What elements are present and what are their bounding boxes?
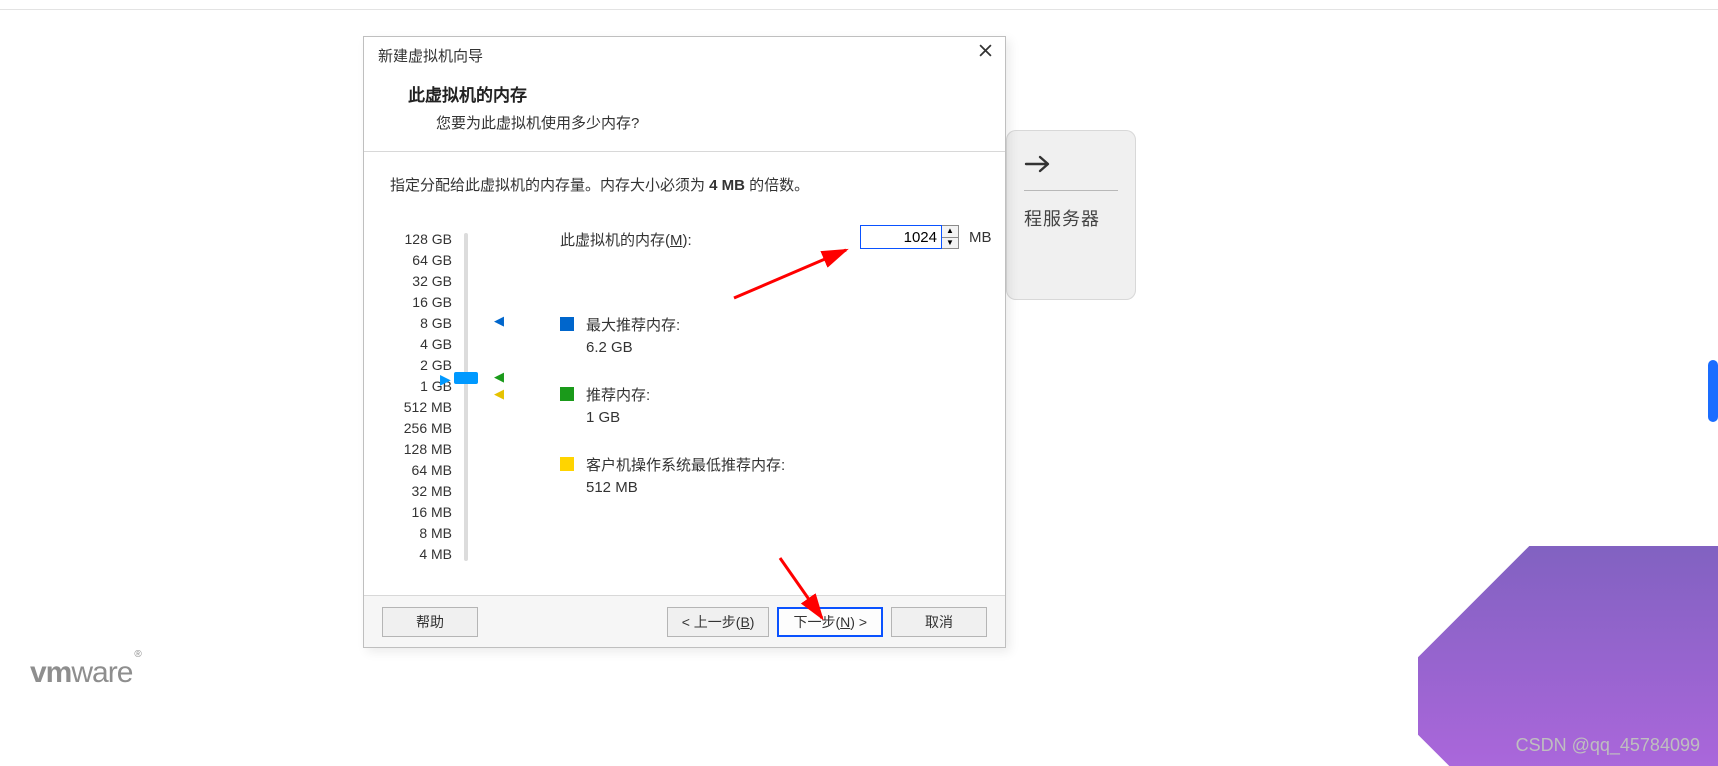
slider-marker-max-icon: ◀ <box>494 314 504 327</box>
legend-square-green-icon <box>560 387 574 401</box>
slider-tick: 64 GB <box>390 250 452 271</box>
dialog-body: 指定分配给此虚拟机的内存量。内存大小必须为 4 MB 的倍数。 128 GB64… <box>364 152 1005 575</box>
legend-recommended-label: 推荐内存: <box>586 384 650 405</box>
memory-label-accel: M <box>670 232 683 249</box>
back-button-post: ) <box>750 614 755 630</box>
close-icon <box>979 44 992 61</box>
legend-max: 最大推荐内存: 6.2 GB <box>560 314 979 356</box>
slider-track <box>464 233 468 561</box>
next-button-post: ) > <box>850 614 867 630</box>
instruction-pre: 指定分配给此虚拟机的内存量。内存大小必须为 <box>390 177 709 194</box>
memory-field-label: 此虚拟机的内存(M): <box>560 229 692 250</box>
connect-arrow-icon <box>1024 150 1118 184</box>
dialog-titlebar: 新建虚拟机向导 <box>364 37 1005 71</box>
new-vm-wizard-dialog: 新建虚拟机向导 此虚拟机的内存 您要为此虚拟机使用多少内存? 指定分配给此虚拟机… <box>363 36 1006 648</box>
slider-tick: 32 MB <box>390 481 452 502</box>
decorative-corner <box>1418 546 1718 766</box>
legend-min-value: 512 MB <box>586 479 638 496</box>
memory-slider[interactable]: 128 GB64 GB32 GB16 GB8 GB4 GB2 GB1 GB512… <box>390 229 498 565</box>
header-subheading: 您要为此虚拟机使用多少内存? <box>436 112 975 133</box>
memory-input[interactable] <box>860 225 942 249</box>
slider-tick: 128 MB <box>390 439 452 460</box>
background-card-remote-server[interactable]: 程服务器 <box>1006 130 1136 300</box>
legend-min-label: 客户机操作系统最低推荐内存: <box>586 454 785 475</box>
csdn-watermark: CSDN @qq_45784099 <box>1516 735 1700 756</box>
header-heading: 此虚拟机的内存 <box>408 81 975 106</box>
legend-square-yellow-icon <box>560 457 574 471</box>
slider-tick: 16 MB <box>390 502 452 523</box>
slider-tick: 8 GB <box>390 313 452 334</box>
slider-tick: 8 MB <box>390 523 452 544</box>
window-top-separator <box>0 0 1718 10</box>
memory-spinner: ▲ ▼ <box>942 225 959 249</box>
slider-marker-recommended-icon: ◀ <box>494 370 504 383</box>
slider-tick: 512 MB <box>390 397 452 418</box>
back-button-pre: < 上一步( <box>682 612 741 632</box>
memory-unit-label: MB <box>969 229 992 246</box>
memory-label-pre: 此虚拟机的内存( <box>560 232 670 249</box>
slider-current-pointer-icon: ▶ <box>440 372 451 386</box>
next-button-pre: 下一步( <box>793 612 840 632</box>
memory-spinner-up[interactable]: ▲ <box>942 226 958 237</box>
dialog-header: 此虚拟机的内存 您要为此虚拟机使用多少内存? <box>364 71 1005 152</box>
memory-input-group: ▲ ▼ MB <box>860 225 992 249</box>
card-divider <box>1024 190 1118 191</box>
slider-tick: 256 MB <box>390 418 452 439</box>
card-label: 程服务器 <box>1024 209 1100 229</box>
slider-tick: 16 GB <box>390 292 452 313</box>
cancel-button[interactable]: 取消 <box>891 607 987 637</box>
next-button[interactable]: 下一步(N) > <box>777 607 883 637</box>
legend-max-value: 6.2 GB <box>586 339 633 356</box>
back-button-accel: B <box>740 614 749 630</box>
slider-thumb[interactable] <box>454 372 478 384</box>
logo-ware: ware <box>71 656 132 689</box>
legend-max-label: 最大推荐内存: <box>586 314 680 335</box>
slider-tick-labels: 128 GB64 GB32 GB16 GB8 GB4 GB2 GB1 GB512… <box>390 229 452 565</box>
legend-recommended-value: 1 GB <box>586 409 620 426</box>
slider-tick: 4 GB <box>390 334 452 355</box>
memory-spinner-down[interactable]: ▼ <box>942 237 958 249</box>
page-scrollbar-thumb[interactable] <box>1708 360 1718 422</box>
slider-tick: 128 GB <box>390 229 452 250</box>
help-button[interactable]: 帮助 <box>382 607 478 637</box>
instruction-post: 的倍数。 <box>745 177 809 194</box>
dialog-title: 新建虚拟机向导 <box>378 48 483 65</box>
slider-tick: 64 MB <box>390 460 452 481</box>
logo-reg: ® <box>134 649 140 660</box>
legend-recommended: 推荐内存: 1 GB <box>560 384 979 426</box>
dialog-footer: 帮助 < 上一步(B) 下一步(N) > 取消 <box>364 595 1005 647</box>
slider-track-wrap: ▶ ◀ ◀ ◀ <box>458 229 498 565</box>
instruction-bold: 4 MB <box>709 177 745 194</box>
legend-square-blue-icon <box>560 317 574 331</box>
slider-tick: 4 MB <box>390 544 452 565</box>
vmware-logo: vmware® <box>30 656 139 690</box>
legend-min: 客户机操作系统最低推荐内存: 512 MB <box>560 454 979 496</box>
back-button[interactable]: < 上一步(B) <box>667 607 770 637</box>
instruction-text: 指定分配给此虚拟机的内存量。内存大小必须为 4 MB 的倍数。 <box>390 174 979 195</box>
slider-tick: 32 GB <box>390 271 452 292</box>
slider-marker-min-icon: ◀ <box>494 387 504 400</box>
memory-label-post: ): <box>683 232 692 249</box>
next-button-accel: N <box>840 614 850 630</box>
logo-vm: vm <box>30 656 71 689</box>
close-button[interactable] <box>971 41 999 63</box>
